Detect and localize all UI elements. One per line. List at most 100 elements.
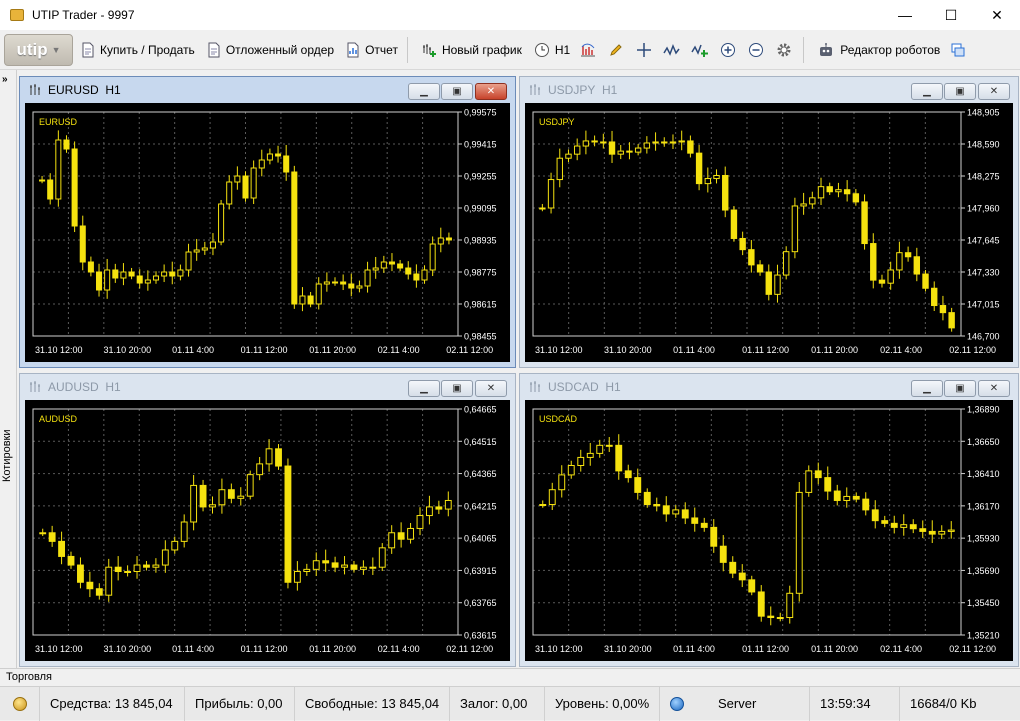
crosshair-button[interactable] <box>630 36 658 64</box>
chart-minimize-button[interactable]: ▁ <box>911 380 943 397</box>
coins-icon <box>12 696 27 711</box>
zoom-in-button[interactable] <box>714 36 742 64</box>
candle <box>624 470 632 479</box>
x-tick-label: 02.11 12:00 <box>446 644 493 654</box>
candle <box>291 171 298 305</box>
minimize-button[interactable]: — <box>882 0 928 30</box>
candle <box>322 560 330 564</box>
y-tick-label: 147,645 <box>967 236 1000 246</box>
chart-pane[interactable]: 0,99575 0,99415 0,99255 0,99095 0,98935 0,987… <box>25 103 510 362</box>
chart-pane[interactable]: 1,36890 1,36650 1,36410 1,36170 1,35930 1,356… <box>525 400 1013 661</box>
chart-restore-button[interactable]: ▣ <box>944 83 976 100</box>
candle <box>331 281 339 284</box>
candle <box>817 186 825 199</box>
candle <box>931 287 938 307</box>
new-chart-button[interactable]: Новый график <box>417 36 526 64</box>
x-tick-label: 31.10 12:00 <box>35 644 83 654</box>
x-tick-label: 31.10 20:00 <box>104 345 152 355</box>
zoom-out-button[interactable] <box>742 36 770 64</box>
candle <box>695 152 703 185</box>
status-margin: Залог: 0,00 <box>450 686 545 721</box>
chart-title: USDCAD H1 <box>548 380 621 394</box>
candle <box>227 489 235 499</box>
trading-panel-tab[interactable]: Торговля <box>0 668 1020 686</box>
chart-close-button[interactable]: ✕ <box>475 83 507 100</box>
chart-close-button[interactable]: ✕ <box>978 380 1010 397</box>
x-tick-label: 31.10 20:00 <box>104 644 152 654</box>
candle <box>774 274 781 295</box>
candlestick-chart[interactable]: 0,99575 0,99415 0,99255 0,99095 0,98935 0,987… <box>25 103 510 362</box>
quotes-side-panel[interactable]: » Котировки <box>0 70 17 668</box>
chart-window-usdjpy[interactable]: USDJPY H1 ▁ ▣ ✕ 148,905 148,590 148,275 147… <box>519 76 1019 368</box>
status-server-cell[interactable]: Server <box>660 686 810 721</box>
candle <box>369 566 377 569</box>
maximize-button[interactable]: ☐ <box>928 0 974 30</box>
candle <box>669 141 677 144</box>
candle <box>843 189 851 195</box>
chart-restore-button[interactable]: ▣ <box>441 83 473 100</box>
title-bar: UTIP Trader - 9997 — ☐ ✕ <box>0 0 1020 30</box>
y-tick-label: 0,98775 <box>464 268 497 278</box>
candlestick-chart[interactable]: 1,36890 1,36650 1,36410 1,36170 1,35930 1,356… <box>525 400 1013 661</box>
chart-pane[interactable]: 148,905 148,590 148,275 147,960 147,645 147,3… <box>525 103 1013 362</box>
candle <box>678 140 685 143</box>
chart-pane[interactable]: 0,64665 0,64515 0,64365 0,64215 0,64065 0,639… <box>25 400 510 661</box>
candlestick-chart[interactable]: 148,905 148,590 148,275 147,960 147,645 147,3… <box>525 103 1013 362</box>
chart-close-button[interactable]: ✕ <box>978 83 1010 100</box>
robot-editor-button[interactable]: Редактор роботов <box>813 36 944 64</box>
draw-button[interactable] <box>602 36 630 64</box>
zoom-in-icon <box>721 42 736 57</box>
indicator-button[interactable] <box>658 36 686 64</box>
status-time: 13:59:34 <box>810 686 900 721</box>
candle <box>556 157 563 181</box>
candle <box>397 532 405 540</box>
chart-minimize-button[interactable]: ▁ <box>408 83 440 100</box>
timeframe-button[interactable]: H1 <box>530 36 574 64</box>
candle <box>405 267 412 275</box>
chart-window-audusd[interactable]: AUDUSD H1 ▁ ▣ ✕ 0,64665 0,64515 0,64365 0,6… <box>19 373 516 667</box>
candle <box>582 140 590 147</box>
candle <box>444 499 452 510</box>
candle <box>39 532 47 535</box>
chart-minimize-button[interactable]: ▁ <box>408 380 440 397</box>
buy-sell-button[interactable]: Купить / Продать <box>77 36 199 64</box>
candle <box>152 564 160 568</box>
y-tick-label: 0,98455 <box>464 332 497 342</box>
candle <box>809 197 816 205</box>
bar-chart-button[interactable] <box>574 36 602 64</box>
indicator-add-button[interactable] <box>686 36 714 64</box>
plot-frame <box>532 408 962 636</box>
windows-button[interactable] <box>944 36 972 64</box>
candle <box>890 522 898 528</box>
chart-restore-button[interactable]: ▣ <box>441 380 473 397</box>
utip-menu-button[interactable]: utip ▼ <box>4 33 73 66</box>
pending-order-button[interactable]: Отложенный ордер <box>203 36 338 64</box>
candle <box>767 615 775 619</box>
candlestick-chart[interactable]: 0,64665 0,64515 0,64365 0,64215 0,64065 0,639… <box>25 400 510 661</box>
y-tick-label: 148,275 <box>967 172 1000 182</box>
candle <box>161 271 168 277</box>
settings-button[interactable] <box>770 36 798 64</box>
candle <box>275 153 282 157</box>
report-button[interactable]: Отчет <box>342 36 402 64</box>
chart-window-eurusd[interactable]: EURUSD H1 ▁ ▣ ✕ 0,99575 0,99415 0,99255 0,9… <box>19 76 516 368</box>
y-tick-label: 0,99255 <box>464 172 497 182</box>
chart-restore-button[interactable]: ▣ <box>944 380 976 397</box>
candle <box>39 179 46 182</box>
toolbar-divider <box>803 36 805 63</box>
chart-close-button[interactable]: ✕ <box>475 380 507 397</box>
x-tick-label: 02.11 4:00 <box>378 345 420 355</box>
candle <box>547 179 555 209</box>
chart-minimize-button[interactable]: ▁ <box>911 83 943 100</box>
y-tick-label: 1,36410 <box>967 469 1000 479</box>
zoom-out-icon <box>749 42 764 57</box>
candle <box>765 271 772 295</box>
expand-icon[interactable]: » <box>2 74 8 85</box>
candle <box>266 153 273 161</box>
chart-window-usdcad[interactable]: USDCAD H1 ▁ ▣ ✕ 1,36890 1,36650 1,36410 1,3… <box>519 373 1019 667</box>
indicator-add-icon <box>691 44 709 57</box>
status-bar: Средства: 13 845,04 Прибыль: 0,00 Свобод… <box>0 686 1020 721</box>
candle <box>710 526 718 547</box>
candle <box>341 564 348 568</box>
close-button[interactable]: ✕ <box>974 0 1020 30</box>
